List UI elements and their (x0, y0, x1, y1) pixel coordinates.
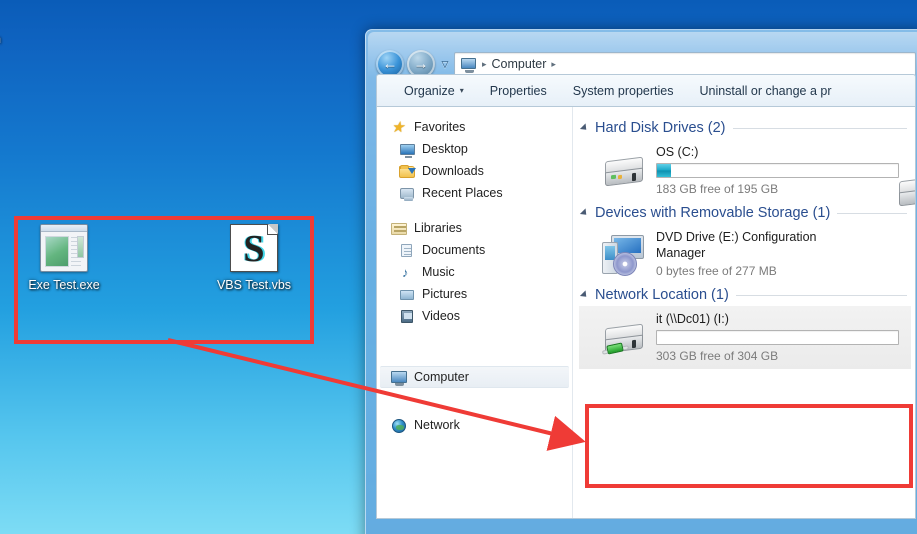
hard-disk-icon (601, 149, 647, 191)
libraries-icon (391, 220, 408, 237)
sidebar-item-label: Favorites (414, 120, 466, 134)
chevron-down-icon: ▾ (459, 86, 464, 95)
drive-free-space: 183 GB free of 195 GB (656, 182, 779, 196)
sidebar-item-downloads[interactable]: Downloads (377, 160, 572, 182)
sidebar-item-music[interactable]: ♪ Music (377, 261, 572, 283)
history-dropdown-icon[interactable]: ▽ (437, 59, 453, 70)
annotation-box-desktop-files (14, 216, 314, 344)
group-header-hard-disk-drives[interactable]: Hard Disk Drives (2) (579, 117, 915, 139)
drive-name: OS (C:) (656, 145, 699, 159)
sidebar-item-computer[interactable]: Computer (380, 366, 569, 388)
group-separator-line (732, 127, 907, 129)
network-drive-icon (601, 316, 647, 358)
drive-item-os-c[interactable]: OS (C:) 183 GB free of 195 GB (579, 139, 915, 202)
computer-icon (391, 369, 408, 386)
drive-item-network-it-dc01-i[interactable]: it (\\Dc01) (I:) 303 GB free of 304 GB (579, 306, 911, 369)
recent-places-icon (399, 185, 416, 202)
group-title: Devices with Removable Storage (1) (595, 205, 831, 221)
screen: n Exe Test.exe S VBS Test.vbs (0, 0, 917, 534)
breadcrumb-segment-computer[interactable]: Computer (489, 57, 550, 71)
downloads-folder-icon (399, 163, 416, 180)
toolbar-label: System properties (572, 83, 674, 98)
network-globe-icon (391, 417, 408, 434)
toolbar-label: Organize (404, 83, 455, 98)
sidebar-item-label: Pictures (422, 287, 468, 301)
sidebar-item-desktop[interactable]: Desktop (377, 138, 572, 160)
drive-free-space: 0 bytes free of 277 MB (656, 264, 777, 278)
group-header-devices-with-removable-storage[interactable]: Devices with Removable Storage (1) (579, 202, 915, 224)
annotation-box-network-drive (585, 404, 913, 488)
sidebar-item-label: Videos (422, 309, 460, 323)
capacity-bar (656, 330, 899, 345)
drive-name: it (\\Dc01) (I:) (656, 312, 729, 326)
sidebar-item-pictures[interactable]: Pictures (377, 283, 572, 305)
capacity-bar (656, 163, 899, 178)
sidebar-item-documents[interactable]: Documents (377, 239, 572, 261)
breadcrumb-separator-icon[interactable]: ▸ (549, 59, 558, 70)
drive-free-space: 303 GB free of 304 GB (656, 349, 779, 363)
group-separator-line (837, 212, 907, 214)
address-bar[interactable]: ▸ Computer ▸ (454, 52, 916, 76)
desktop-icon (399, 141, 416, 158)
drive-name: DVD Drive (E:) Configuration Manager (656, 230, 817, 260)
collapse-triangle-icon[interactable] (579, 208, 590, 218)
sidebar-item-label: Libraries (414, 221, 462, 235)
sidebar-item-favorites[interactable]: ★ Favorites (377, 116, 572, 138)
sidebar-item-network[interactable]: Network (377, 414, 572, 436)
sidebar-item-recent-places[interactable]: Recent Places (377, 182, 572, 204)
toolbar-label: Properties (489, 83, 547, 98)
toolbar-properties-button[interactable]: Properties (477, 75, 560, 106)
collapse-triangle-icon[interactable] (579, 123, 590, 133)
computer-icon (461, 56, 477, 73)
hard-disk-icon-partial (895, 169, 915, 211)
collapse-triangle-icon[interactable] (579, 290, 590, 300)
music-icon: ♪ (402, 264, 409, 280)
navigation-pane: ★ Favorites Desktop Downloads Recent Pla… (377, 107, 573, 518)
group-separator-line (735, 294, 907, 296)
breadcrumb-separator-icon: ▸ (482, 58, 487, 69)
sidebar-item-libraries[interactable]: Libraries (377, 217, 572, 239)
sidebar-item-label: Downloads (422, 164, 484, 178)
command-toolbar: Organize ▾ Properties System properties … (376, 74, 916, 107)
group-header-network-location[interactable]: Network Location (1) (579, 284, 915, 306)
dvd-drive-icon (601, 234, 647, 276)
navigation-bar: ← → ▽ ▸ Computer ▸ (376, 30, 916, 78)
star-icon: ★ (391, 118, 405, 136)
group-title: Hard Disk Drives (2) (595, 120, 726, 136)
toolbar-organize-button[interactable]: Organize ▾ (391, 75, 477, 106)
sidebar-item-videos[interactable]: Videos (377, 305, 572, 327)
back-arrow-icon: ← (382, 55, 398, 73)
drive-item-dvd-e[interactable]: DVD Drive (E:) Configuration Manager 0 b… (579, 224, 915, 284)
sidebar-item-label: Computer (414, 370, 469, 384)
toolbar-label: Uninstall or change a pr (699, 83, 832, 98)
videos-icon (399, 308, 416, 325)
forward-arrow-icon: → (413, 55, 429, 73)
sidebar-item-label: Recent Places (422, 186, 503, 200)
toolbar-system-properties-button[interactable]: System properties (560, 75, 687, 106)
sidebar-item-label: Music (422, 265, 455, 279)
documents-icon (399, 242, 416, 259)
sidebar-item-label: Desktop (422, 142, 468, 156)
sidebar-item-label: Documents (422, 243, 486, 257)
pictures-icon (399, 286, 416, 303)
toolbar-uninstall-or-change-program-button[interactable]: Uninstall or change a pr (686, 75, 844, 106)
desktop-partial-icon-label: n (0, 32, 1, 46)
group-title: Network Location (1) (595, 287, 729, 303)
sidebar-item-label: Network (414, 418, 460, 432)
